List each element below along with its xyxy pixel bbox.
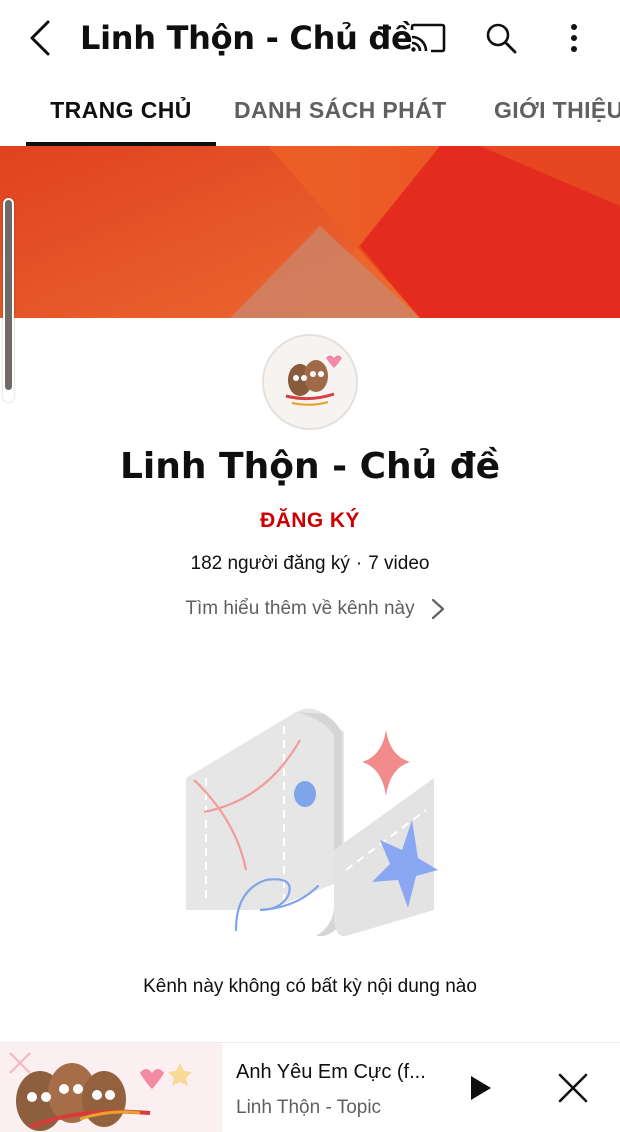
- channel-banner: [0, 146, 620, 318]
- chevron-right-icon: [431, 598, 444, 620]
- channel-avatar[interactable]: [262, 334, 358, 430]
- mini-player-thumbnail[interactable]: [0, 1043, 222, 1132]
- stats-separator: ·: [355, 553, 363, 574]
- channel-page: Linh Thộn - Chủ đề TRANG CHỦ DANH SÁCH P…: [0, 0, 620, 1132]
- video-count: 7 video: [368, 553, 430, 574]
- play-button[interactable]: [458, 1065, 504, 1111]
- channel-name: Linh Thộn - Chủ đề: [119, 446, 501, 487]
- channel-stats: 182 người đăng ký · 7 video: [0, 548, 620, 580]
- cast-icon: [410, 23, 446, 53]
- back-button[interactable]: [18, 16, 62, 60]
- play-icon: [471, 1076, 491, 1100]
- scrollbar[interactable]: [3, 198, 14, 402]
- about-channel-link[interactable]: Tìm hiểu thêm về kênh này: [160, 592, 470, 626]
- tab-about[interactable]: GIỚI THIỆU: [494, 78, 620, 146]
- chevron-left-icon: [30, 20, 50, 56]
- empty-state-message: Kênh này không có bất kỳ nội dung nào: [143, 976, 477, 997]
- search-button[interactable]: [478, 16, 524, 60]
- close-icon: [558, 1073, 588, 1103]
- tab-home[interactable]: TRANG CHỦ: [26, 78, 216, 146]
- top-app-bar: Linh Thộn - Chủ đề: [0, 0, 620, 78]
- empty-state-illustration: [176, 700, 446, 950]
- mini-player[interactable]: Anh Yêu Em Cực (f... Linh Thộn - Topic: [0, 1042, 620, 1132]
- tab-playlists[interactable]: DANH SÁCH PHÁT: [234, 78, 447, 146]
- scrollbar-thumb[interactable]: [5, 200, 12, 390]
- mini-player-artist: Linh Thộn - Topic: [236, 1097, 382, 1118]
- more-vertical-icon: [571, 24, 577, 52]
- subscriber-count: 182 người đăng ký: [190, 553, 350, 574]
- cast-button[interactable]: [404, 16, 452, 60]
- channel-tabs: TRANG CHỦ DANH SÁCH PHÁT GIỚI THIỆU: [0, 78, 620, 146]
- search-icon: [486, 23, 517, 54]
- more-options-button[interactable]: [552, 16, 596, 60]
- page-title: Linh Thộn - Chủ đề: [80, 19, 413, 57]
- mini-player-title[interactable]: Anh Yêu Em Cực (f...: [236, 1057, 436, 1087]
- about-channel-link-label: Tìm hiểu thêm về kênh này: [185, 598, 415, 619]
- close-button[interactable]: [548, 1065, 598, 1111]
- subscribe-button[interactable]: ĐĂNG KÝ: [230, 502, 390, 540]
